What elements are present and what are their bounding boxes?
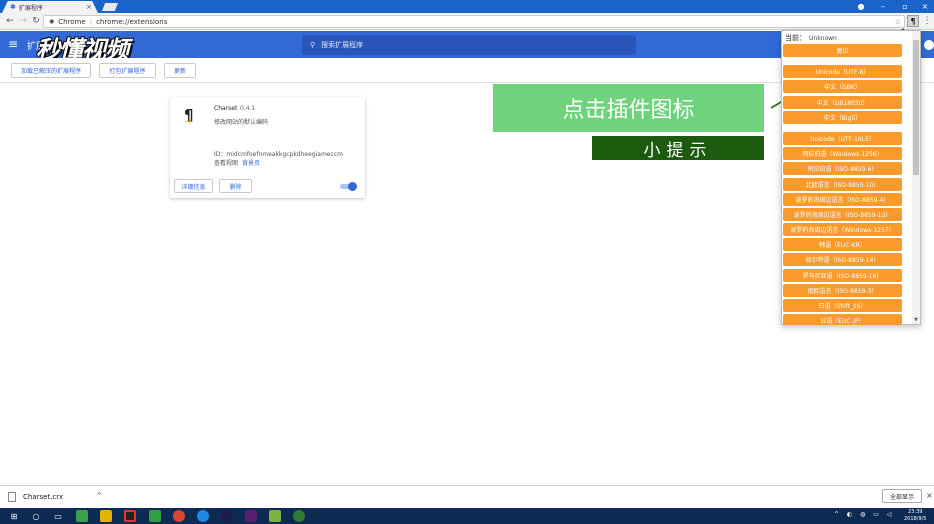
file-icon (8, 492, 16, 502)
chrome-icon[interactable] (173, 510, 185, 522)
show-all-downloads-button[interactable]: 全部显示 (882, 489, 922, 503)
arrow-icon: → (185, 117, 192, 126)
reset-encoding-button[interactable]: 复位 (783, 44, 902, 57)
charset-option-button[interactable]: 阿拉伯语（ISO-8859-6） (783, 162, 902, 176)
charset-option-button[interactable]: 南欧语言（ISO-8859-3） (783, 283, 902, 297)
remove-button[interactable]: 删除 (219, 179, 252, 193)
forward-icon[interactable]: → (17, 14, 29, 28)
charset-option-button[interactable]: Unicode（UTF-16LE） (783, 131, 902, 145)
secure-chrome-icon: ◉ (49, 18, 55, 25)
close-window-icon[interactable]: × (914, 0, 934, 13)
charset-option-button[interactable]: Unicode（UTF-8） (783, 65, 902, 79)
charset-extension-icon[interactable]: ¶ (907, 15, 919, 27)
charset-option-button[interactable]: 中文（GBK） (783, 80, 902, 94)
clock-time: 23:39 (908, 509, 923, 515)
popup-scroll-thumb[interactable] (913, 40, 919, 175)
developer-mode-toggle[interactable] (924, 40, 934, 50)
load-unpacked-button[interactable]: 加载已解压的扩展程序 (11, 63, 91, 78)
charset-option-button[interactable]: 波罗的海周边语言（ISO-8859-13） (783, 207, 902, 221)
pack-extension-button[interactable]: 打包扩展程序 (99, 63, 156, 78)
charset-option-button[interactable]: 韩语（EUC-KR） (783, 238, 902, 252)
charset-option-button[interactable]: 北欧语言（ISO-8859-10） (783, 177, 902, 191)
inspect-views-label: 查看视图 (214, 160, 239, 167)
address-bar[interactable]: ◉ Chrome | chrome://extensions ☆ (43, 15, 905, 28)
hamburger-menu-icon[interactable]: ≡ (8, 37, 22, 51)
charset-option-button[interactable]: 罗马尼亚语（ISO-8859-16） (783, 268, 902, 282)
charset-option-button[interactable]: 阿拉伯语（Windows-1256） (783, 147, 902, 161)
windows-taskbar (0, 508, 934, 524)
extension-id: ID：midcmfoefnmeakkgcpkdheegiameccm (214, 151, 343, 158)
charset-list: 复位 Unicode（UTF-8） 中文（GBK） 中文（GB18030） 中文（Big… (783, 44, 903, 325)
puzzle-icon: ✱ (10, 3, 16, 11)
taskbar-clock[interactable]: 23:39 2018/9/5 (904, 509, 926, 523)
bookmark-star-icon[interactable]: ☆ (895, 18, 901, 26)
clock-date: 2018/9/5 (904, 516, 927, 522)
tab-close-icon[interactable]: × (86, 3, 92, 11)
profile-icon[interactable]: ● (850, 0, 872, 13)
app-icon[interactable] (269, 510, 281, 522)
file-explorer-icon[interactable] (100, 510, 112, 522)
tab-extensions[interactable]: ✱ 扩展程序 × (2, 1, 98, 13)
charset-option-button[interactable]: 日语（EUC-JP） (783, 314, 902, 325)
premiere-pro-icon[interactable] (245, 510, 257, 522)
charset-option-button[interactable]: 中文（GB18030） (783, 95, 902, 109)
app-icon[interactable] (149, 510, 161, 522)
chrome-menu-icon[interactable]: ⋮ (922, 14, 932, 28)
search-icon: ⚲ (310, 41, 316, 49)
current-label: 当前： (785, 34, 806, 42)
charset-option-button[interactable]: 波罗的海周边语言（Windows-1257） (783, 223, 902, 237)
tip-overlay-label: 小提示 (592, 136, 764, 161)
close-shelf-icon[interactable]: × (926, 491, 933, 500)
current-encoding: 当前： Unknown (785, 33, 837, 43)
restore-icon[interactable]: ▫ (894, 0, 916, 13)
url-separator: | (89, 17, 93, 26)
wechat-icon[interactable] (293, 510, 305, 522)
url-text: chrome://extensions (96, 17, 168, 26)
system-tray-icons[interactable]: ^ ◐ ◍ ▭ ◁ (834, 511, 894, 518)
task-view-icon[interactable]: ▭ (52, 510, 64, 522)
charset-option-button[interactable]: 日语（Shift_JIS） (783, 299, 902, 312)
reload-icon[interactable]: ↻ (30, 14, 42, 28)
charset-option-button[interactable]: 凯尔特语（ISO-8859-14） (783, 253, 902, 267)
premiere-icon[interactable] (221, 510, 233, 522)
tab-strip (0, 0, 934, 13)
extension-name: Charset (214, 105, 238, 112)
app-icon[interactable] (76, 510, 88, 522)
tip-overlay-main: 点击插件图标 (493, 84, 764, 132)
download-file-name[interactable]: Charset.crx (23, 493, 63, 501)
search-icon[interactable]: ○ (30, 510, 42, 522)
tab-title: 扩展程序 (18, 4, 43, 12)
extension-description: 修改网站的默认编码 (214, 119, 269, 126)
scroll-down-arrow-icon[interactable]: ▼ (912, 316, 920, 324)
windows-start-icon[interactable]: ⊞ (8, 510, 20, 522)
chevron-up-icon[interactable]: ^ (96, 491, 103, 500)
charset-option-button[interactable]: 波罗的海周边语言（ISO-8859-4） (783, 192, 902, 206)
charset-option-button[interactable]: 中文（Big5） (783, 110, 902, 124)
recorder-icon[interactable] (124, 510, 136, 522)
search-extensions-input[interactable]: ⚲ 搜索扩展程序 (302, 35, 636, 55)
minimize-icon[interactable]: – (872, 0, 894, 13)
details-button[interactable]: 详细信息 (174, 179, 213, 193)
download-shelf (0, 485, 934, 508)
url-scheme: Chrome (58, 17, 86, 26)
update-button[interactable]: 更新 (164, 63, 196, 78)
back-icon[interactable]: ← (4, 14, 16, 28)
background-page-link[interactable]: 背景页 (242, 158, 260, 167)
current-value: Unknown (809, 35, 837, 42)
search-placeholder: 搜索扩展程序 (321, 41, 364, 49)
browser-icon[interactable] (197, 510, 209, 522)
extension-version: 0.4.1 (240, 105, 256, 112)
toggle-knob[interactable] (348, 182, 357, 191)
